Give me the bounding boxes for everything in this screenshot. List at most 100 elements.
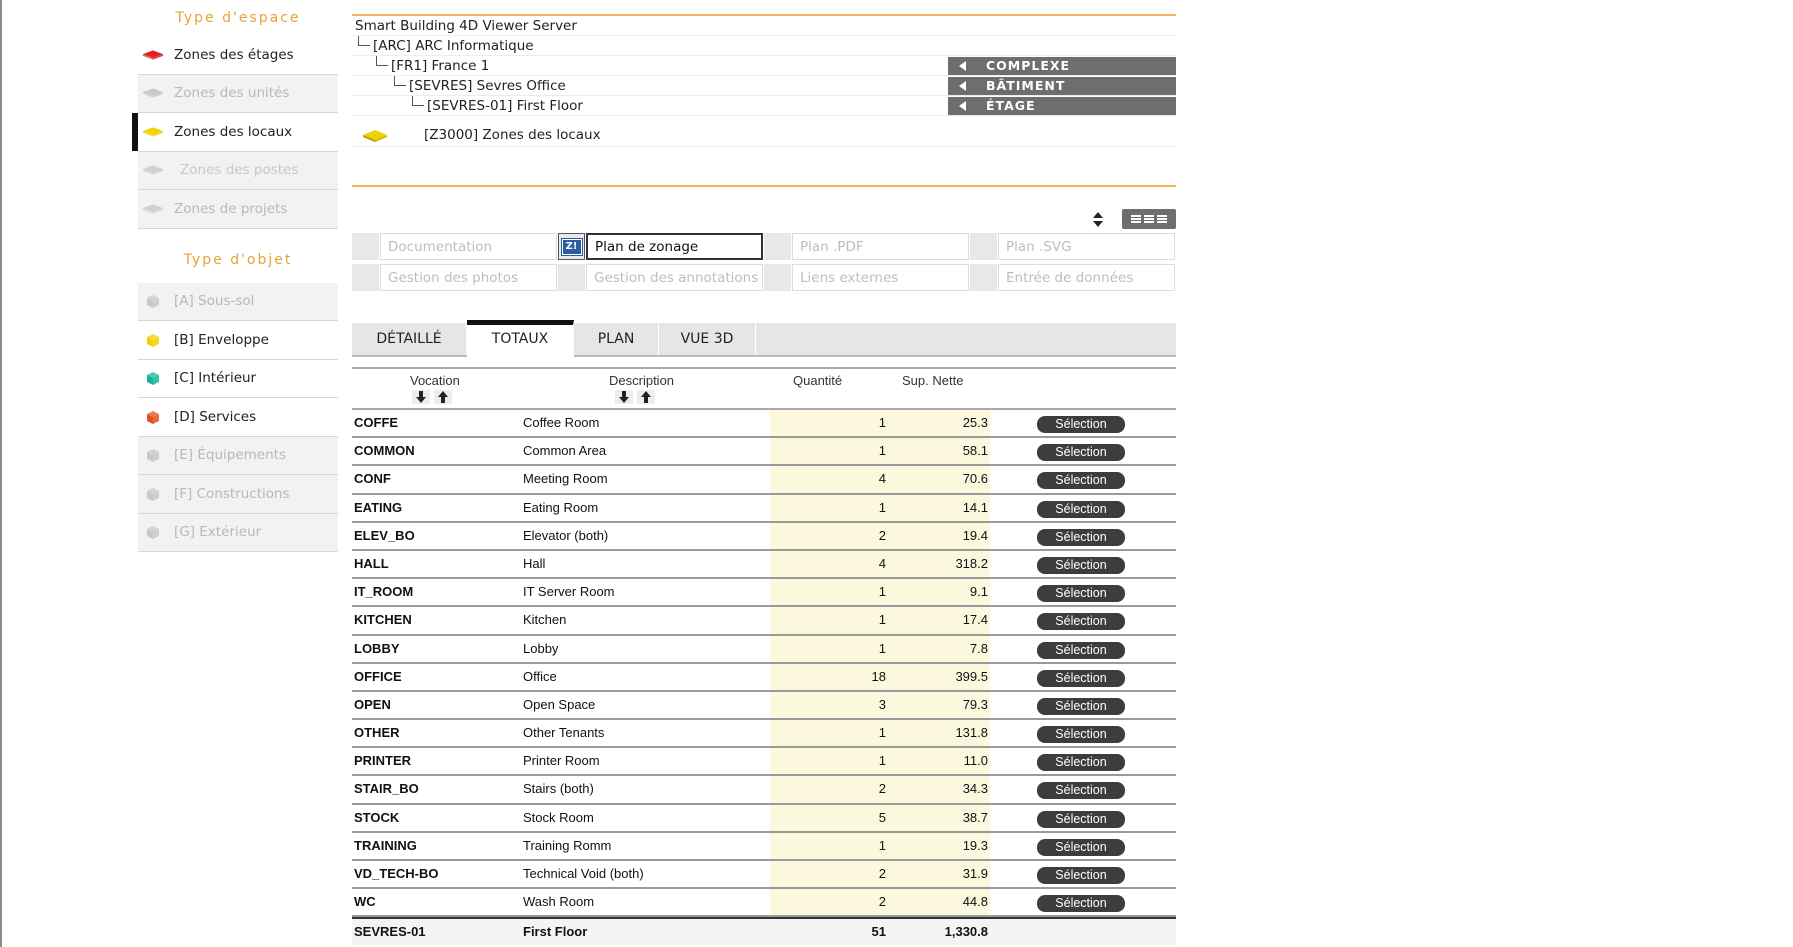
selection-button[interactable]: Sélection xyxy=(1037,416,1125,433)
selection-button[interactable]: Sélection xyxy=(1037,838,1125,856)
selection-button[interactable]: Sélection xyxy=(1037,613,1125,631)
selection-button[interactable]: Sélection xyxy=(1037,754,1125,772)
cube-icon xyxy=(147,410,159,424)
object-type-item[interactable]: [E] Équipements xyxy=(138,436,338,475)
object-type-item[interactable]: [D] Services xyxy=(138,398,338,437)
tree-level-3[interactable]: [SEVRES] Sevres Office BÂTIMENT xyxy=(352,76,1176,96)
row-code: EATING xyxy=(354,499,403,515)
doc-button-icon xyxy=(352,264,379,291)
row-code: STAIR_BO xyxy=(354,781,419,797)
space-type-item[interactable]: Zones des étages xyxy=(138,36,338,75)
object-type-item[interactable]: [C] Intérieur xyxy=(138,359,338,398)
doc-button-label: Gestion des annotations xyxy=(586,264,763,291)
tab-plan[interactable]: PLAN xyxy=(574,323,659,355)
doc-button[interactable]: Z! Plan de zonage xyxy=(558,233,763,260)
doc-button[interactable]: Plan .SVG xyxy=(970,233,1175,260)
view-tabs: DÉTAILLÉ TOTAUX PLAN VUE 3D xyxy=(352,320,1176,357)
toolbar xyxy=(352,203,1176,235)
row-description: Meeting Room xyxy=(523,471,608,487)
space-type-item[interactable]: Zones des locaux xyxy=(132,113,338,152)
sidebar: Type d'espace Zones des étages Zones des … xyxy=(132,0,338,552)
table-row: ELEV_BO Elevator (both) 2 19.4 Sélection xyxy=(352,522,1176,551)
row-surface: 25.3 xyxy=(962,415,988,430)
row-code: KITCHEN xyxy=(354,612,412,628)
row-quantity: 1 xyxy=(878,443,886,459)
table-row: CONF Meeting Room 4 70.6 Sélection xyxy=(352,466,1176,495)
row-quantity: 2 xyxy=(878,527,886,543)
selection-button[interactable]: Sélection xyxy=(1037,556,1125,574)
selection-button[interactable]: Sélection xyxy=(1037,726,1125,744)
space-type-item[interactable]: Zones des unités xyxy=(138,74,338,113)
tab-totaux[interactable]: TOTAUX xyxy=(467,320,574,357)
row-quantity: 1 xyxy=(878,725,886,741)
header-description[interactable]: Description xyxy=(609,373,674,388)
total-description: First Floor xyxy=(523,924,588,940)
selection-button[interactable]: Sélection xyxy=(1037,444,1125,462)
doc-button[interactable]: Gestion des photos xyxy=(352,264,557,291)
doc-button-label: Gestion des photos xyxy=(380,264,557,291)
etage-button[interactable]: ÉTAGE xyxy=(948,97,1176,115)
tab-vue-3d[interactable]: VUE 3D xyxy=(659,323,756,355)
selection-button[interactable]: Sélection xyxy=(1037,697,1125,715)
selection-button[interactable]: Sélection xyxy=(1037,585,1125,603)
sort-up-icon[interactable] xyxy=(637,390,655,404)
sort-up-icon[interactable] xyxy=(434,390,452,404)
selection-button[interactable]: Sélection xyxy=(1037,867,1125,884)
row-code: IT_ROOM xyxy=(354,584,414,600)
sort-down-icon[interactable] xyxy=(615,390,633,404)
space-type-list: Zones des étages Zones des unités Zones de… xyxy=(132,36,338,229)
selection-button[interactable]: Sélection xyxy=(1037,500,1125,518)
row-surface: 79.3 xyxy=(962,696,988,712)
zone-slab-icon xyxy=(142,88,164,98)
space-type-item[interactable]: Zones de projets xyxy=(138,190,338,229)
table-row: OFFICE Office 18 399.5 Sélection xyxy=(352,663,1176,692)
selection-button[interactable]: Sélection xyxy=(1037,895,1125,913)
doc-button[interactable]: Entrée de données xyxy=(970,264,1175,291)
object-type-list: [A] Sous-sol [B] Enveloppe [C] Intérieur [D… xyxy=(138,282,338,552)
batiment-button[interactable]: BÂTIMENT xyxy=(948,77,1176,95)
row-description: IT Server Room xyxy=(523,584,615,600)
selection-button[interactable]: Sélection xyxy=(1037,810,1125,828)
row-description: Open Space xyxy=(523,696,596,712)
row-description: Other Tenants xyxy=(523,725,605,741)
doc-button[interactable]: Liens externes xyxy=(764,264,969,291)
selection-button[interactable]: Sélection xyxy=(1037,782,1125,800)
row-surface: 70.6 xyxy=(962,471,988,487)
location-tree: Smart Building 4D Viewer Server [ARC] AR… xyxy=(352,14,1176,147)
space-type-item[interactable]: Zones des postes xyxy=(138,151,338,190)
table-row: COMMON Common Area 1 58.1 Sélection xyxy=(352,438,1176,467)
vocation-sort xyxy=(412,390,452,404)
list-view-icon[interactable] xyxy=(1122,209,1176,229)
tree-connector-icon xyxy=(376,56,388,66)
object-type-item[interactable]: [B] Enveloppe xyxy=(138,321,338,360)
doc-button[interactable]: Gestion des annotations xyxy=(558,264,763,291)
selection-button[interactable]: Sélection xyxy=(1037,641,1125,659)
tree-level-1[interactable]: [ARC] ARC Informatique xyxy=(352,36,1176,56)
row-quantity: 1 xyxy=(878,612,886,628)
selection-button[interactable]: Sélection xyxy=(1037,472,1125,490)
doc-button-icon xyxy=(764,264,791,291)
selection-button[interactable]: Sélection xyxy=(1037,528,1125,546)
doc-button[interactable]: Plan .PDF xyxy=(764,233,969,260)
row-code: PRINTER xyxy=(354,753,412,769)
total-code: SEVRES-01 xyxy=(354,924,426,940)
tree-root-label: Smart Building 4D Viewer Server xyxy=(355,18,577,34)
tab-détaillé[interactable]: DÉTAILLÉ xyxy=(352,323,467,355)
object-type-item[interactable]: [A] Sous-sol xyxy=(138,282,338,321)
tree-root[interactable]: Smart Building 4D Viewer Server xyxy=(352,16,1176,36)
selection-button[interactable]: Sélection xyxy=(1037,669,1125,687)
object-type-item[interactable]: [G] Extérieur xyxy=(138,513,338,552)
object-type-item[interactable]: [F] Constructions xyxy=(138,475,338,514)
tree-level-4[interactable]: [SEVRES-01] First Floor ÉTAGE xyxy=(352,96,1176,116)
doc-button-icon: Z! xyxy=(558,233,585,260)
header-vocation[interactable]: Vocation xyxy=(410,373,460,388)
tree-level-2[interactable]: [FR1] France 1 COMPLEXE xyxy=(352,56,1176,76)
object-type-item-label: [B] Enveloppe xyxy=(174,331,269,348)
sort-icon[interactable] xyxy=(1092,211,1104,229)
doc-button[interactable]: Documentation xyxy=(352,233,557,260)
complexe-button[interactable]: COMPLEXE xyxy=(948,57,1176,75)
row-description: Technical Void (both) xyxy=(523,866,644,881)
sort-down-icon[interactable] xyxy=(412,390,430,404)
row-quantity: 1 xyxy=(878,640,886,656)
row-code: LOBBY xyxy=(354,640,400,656)
